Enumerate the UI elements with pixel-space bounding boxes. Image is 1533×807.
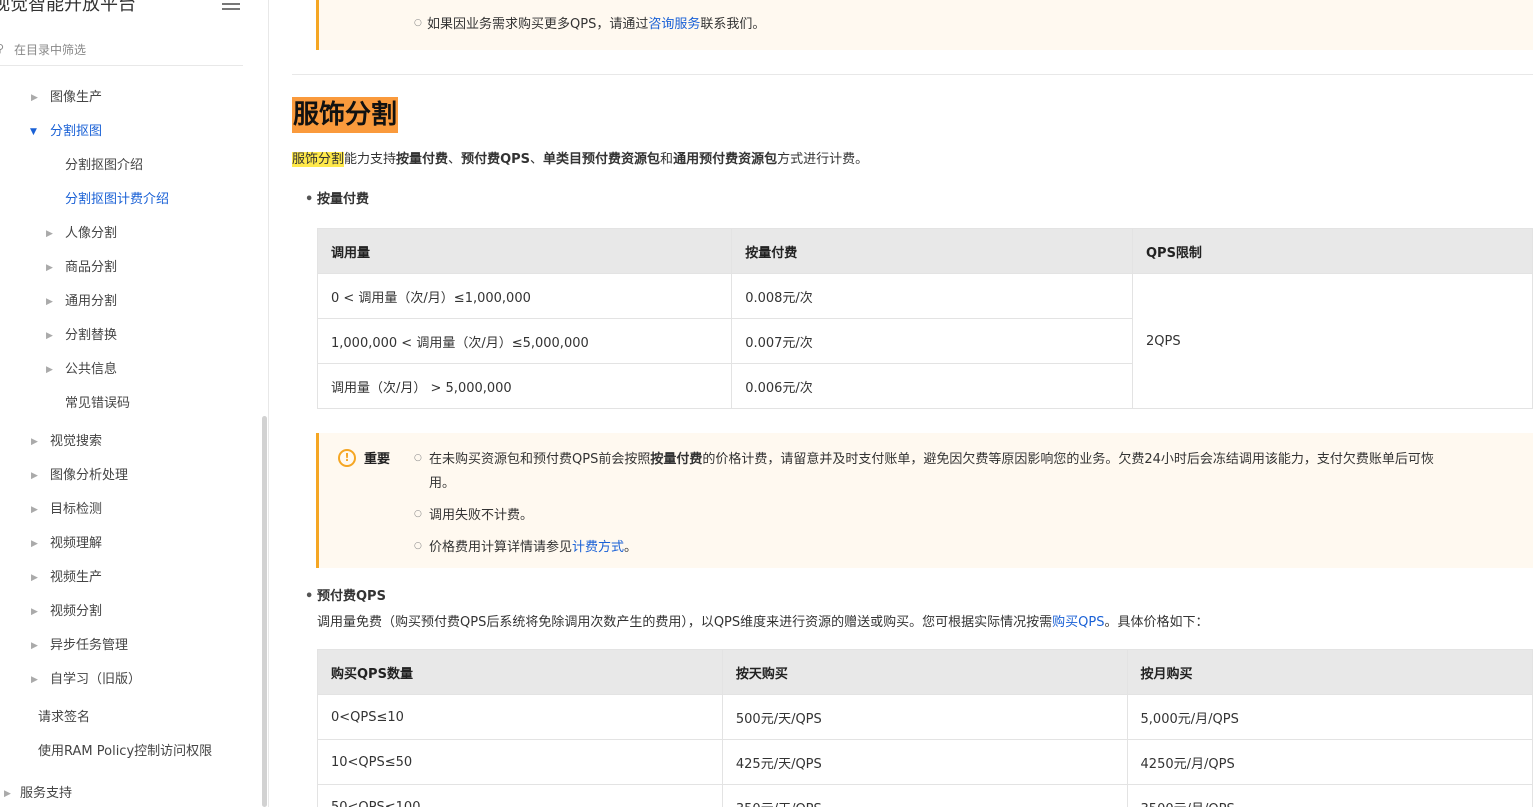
chevron-right-icon[interactable]: ▶ [46, 297, 53, 307]
sidebar-item-visual-search[interactable]: 视觉搜索 [50, 432, 102, 452]
table-cell: 10<QPS≤50 [317, 739, 723, 785]
sidebar-item-product-segmentation[interactable]: 商品分割 [65, 258, 117, 278]
sidebar-search[interactable]: ⚲ 在目录中筛选 [0, 37, 243, 66]
table-header: 按量付费 [731, 228, 1133, 274]
sidebar-item-error-codes[interactable]: 常见错误码 [65, 394, 130, 414]
important-note: ! 重要 ○ 在未购买资源包和预付费QPS前会按照按量付费的价格计费，请留意并及… [316, 433, 1533, 568]
important-line-2: 调用失败不计费。 [429, 508, 534, 523]
sidebar-item-async-tasks[interactable]: 异步任务管理 [50, 636, 128, 656]
sidebar-item-video-segmentation[interactable]: 视频分割 [50, 602, 102, 622]
sidebar-scrollbar[interactable] [262, 416, 267, 807]
table-cell: 0<QPS≤10 [317, 694, 723, 740]
chevron-right-icon[interactable]: ▶ [46, 229, 53, 239]
important-line-1: 在未购买资源包和预付费QPS前会按照按量付费的价格计费，请留意并及时支付账单，避… [429, 452, 1434, 467]
table-cell: 5,000元/月/QPS [1126, 694, 1533, 740]
sidebar-item-ram-policy[interactable]: 使用RAM Policy控制访问权限 [38, 742, 212, 762]
sidebar-title: 视觉智能开放平台 [0, 0, 136, 15]
sidebar-item-service-support[interactable]: 服务支持 [20, 784, 72, 804]
bullet: ○ [414, 541, 422, 551]
intro-paragraph: 服饰分割能力支持按量付费、预付费QPS、单类目预付费资源包和通用预付费资源包方式… [292, 152, 869, 167]
table-cell: 0.008元/次 [731, 273, 1133, 319]
sidebar-item-segmentation[interactable]: 分割抠图 [50, 122, 102, 142]
note-text: 如果因业务需求购买更多QPS，请通过咨询服务联系我们。 [427, 17, 766, 32]
sidebar-item-video-understanding[interactable]: 视频理解 [50, 534, 102, 554]
table-cell: 0 < 调用量（次/月）≤1,000,000 [316, 273, 733, 319]
warning-icon: ! [338, 449, 356, 467]
chevron-right-icon[interactable]: ▶ [31, 675, 38, 685]
important-label: 重要 [364, 452, 391, 467]
divider [292, 74, 1533, 75]
chevron-right-icon[interactable]: ▶ [31, 573, 38, 583]
table-cell: 50<QPS≤100 [317, 784, 723, 807]
chevron-right-icon[interactable]: ▶ [31, 471, 38, 481]
search-input[interactable]: 在目录中筛选 [14, 41, 86, 58]
important-line-3: 价格费用计算详情请参见计费方式。 [429, 540, 638, 555]
table-cell: 1,000,000 < 调用量（次/月）≤5,000,000 [316, 318, 733, 364]
table-row: 0 < 调用量（次/月）≤1,000,000 0.008元/次 2QPS [316, 273, 1533, 409]
sidebar-item-segmentation-replace[interactable]: 分割替换 [65, 326, 117, 346]
table-header: QPS限制 [1131, 228, 1533, 274]
prepaid-qps-table: 购买QPS数量 按天购买 按月购买 0<QPS≤10 500元/天/QPS 5,… [317, 649, 1533, 807]
pay-as-you-go-table: 调用量 按量付费 QPS限制 0 < 调用量（次/月）≤1,000,000 0.… [316, 228, 1533, 409]
table-cell: 0.007元/次 [731, 318, 1133, 364]
sidebar-item-general-segmentation[interactable]: 通用分割 [65, 292, 117, 312]
table-cell: 425元/天/QPS [721, 739, 1128, 785]
table-row: 10<QPS≤50 425元/天/QPS 4250元/月/QPS [317, 739, 1533, 785]
chevron-right-icon[interactable]: ▶ [31, 607, 38, 617]
table-cell: 3500元/月/QPS [1126, 784, 1533, 807]
sidebar: 视觉智能开放平台 ⚲ 在目录中筛选 ▶ 图像生产 ▼ 分割抠图 分割抠图介绍 分… [0, 0, 269, 807]
chevron-right-icon[interactable]: ▶ [46, 331, 53, 341]
sidebar-item-request-signature[interactable]: 请求签名 [38, 708, 90, 728]
buy-qps-link[interactable]: 购买QPS [1052, 615, 1104, 630]
section-title-pay-as-you-go: • 按量付费 [305, 192, 370, 207]
sidebar-item-segmentation-intro[interactable]: 分割抠图介绍 [65, 156, 143, 176]
billing-method-link[interactable]: 计费方式 [572, 540, 624, 555]
sidebar-item-object-detection[interactable]: 目标检测 [50, 500, 102, 520]
table-header: 调用量 [316, 228, 733, 274]
sidebar-item-common-info[interactable]: 公共信息 [65, 360, 117, 380]
bullet: ○ [414, 509, 422, 519]
chevron-down-icon[interactable]: ▼ [30, 127, 37, 137]
table-header: 按天购买 [721, 649, 1128, 695]
chevron-right-icon[interactable]: ▶ [31, 539, 38, 549]
table-header-row: 购买QPS数量 按天购买 按月购买 [317, 649, 1533, 695]
table-header-row: 调用量 按量付费 QPS限制 [316, 228, 1533, 274]
table-cell: 500元/天/QPS [721, 694, 1128, 740]
page-title: 服饰分割 [292, 97, 399, 133]
table-header: 购买QPS数量 [317, 649, 723, 695]
table-header: 按月购买 [1126, 649, 1533, 695]
table-row: 0<QPS≤10 500元/天/QPS 5,000元/月/QPS [317, 694, 1533, 740]
menu-toggle-icon[interactable] [222, 0, 240, 10]
consult-service-link[interactable]: 咨询服务 [648, 17, 700, 32]
sidebar-item-video-production[interactable]: 视频生产 [50, 568, 102, 588]
bullet: ○ [414, 453, 422, 463]
chevron-right-icon[interactable]: ▶ [31, 93, 38, 103]
qps-limit-cell: 2QPS [1131, 273, 1533, 409]
chevron-right-icon[interactable]: ▶ [31, 641, 38, 651]
chevron-right-icon[interactable]: ▶ [46, 365, 53, 375]
chevron-right-icon[interactable]: ▶ [31, 437, 38, 447]
important-line-1-wrap: 用。 [429, 476, 456, 491]
table-row: 50<QPS≤100 350元/天/QPS 3500元/月/QPS [317, 784, 1533, 807]
sidebar-item-image-analysis[interactable]: 图像分析处理 [50, 466, 128, 486]
chevron-right-icon[interactable]: ▶ [31, 505, 38, 515]
note-box: ○ 如果因业务需求购买更多QPS，请通过咨询服务联系我们。 [316, 0, 1533, 50]
sidebar-item-portrait-segmentation[interactable]: 人像分割 [65, 224, 117, 244]
table-cell: 4250元/月/QPS [1126, 739, 1533, 785]
table-cell: 0.006元/次 [731, 363, 1133, 409]
table-cell: 调用量（次/月） > 5,000,000 [316, 363, 733, 409]
chevron-right-icon[interactable]: ▶ [46, 263, 53, 273]
sidebar-item-self-learning[interactable]: 自学习（旧版） [50, 670, 141, 690]
sidebar-item-segmentation-billing[interactable]: 分割抠图计费介绍 [65, 190, 169, 210]
chevron-right-icon[interactable]: ▶ [4, 789, 11, 799]
prepaid-qps-description: 调用量免费（购买预付费QPS后系统将免除调用次数产生的费用），以QPS维度来进行… [317, 615, 1209, 630]
section-title-prepaid-qps: • 预付费QPS [305, 589, 386, 604]
sidebar-item-image-production[interactable]: 图像生产 [50, 88, 102, 108]
table-cell: 350元/天/QPS [721, 784, 1128, 807]
bullet: ○ [414, 18, 422, 28]
main-content: ○ 如果因业务需求购买更多QPS，请通过咨询服务联系我们。 服饰分割 服饰分割能… [268, 0, 1533, 807]
search-icon: ⚲ [0, 42, 4, 55]
